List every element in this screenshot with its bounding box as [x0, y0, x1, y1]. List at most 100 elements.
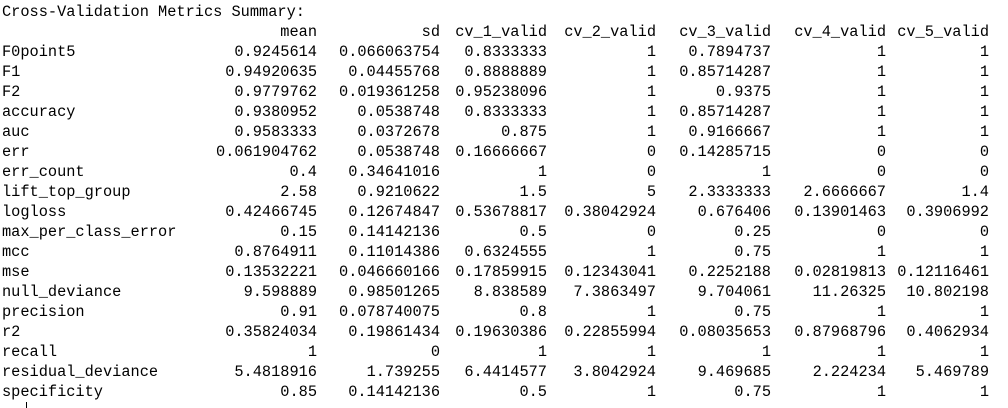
cell-cv-2-valid: 7.3863497	[573, 283, 656, 301]
cell-cv-1-valid: 0.8333333	[464, 43, 547, 61]
cell-cv-4-valid: 11.26325	[812, 283, 886, 301]
cell-cv-3-valid: 0.7894737	[688, 43, 771, 61]
table-row: null_deviance 9.598889 0.98501265 8.838589 7…	[2, 282, 989, 302]
cell-cv-2-valid: 1	[646, 43, 656, 61]
cell-metric-name: residual_deviance	[2, 363, 159, 381]
cell-cv-3-valid: 9.469685	[697, 363, 771, 381]
cell-cv-1-valid: 0.875	[501, 123, 547, 141]
cell-cv-1-valid: 0.16666667	[455, 143, 547, 161]
cell-metric-name: err	[2, 143, 30, 161]
table-row: accuracy 0.9380952 0.0538748 0.8333333 1 0.85…	[2, 102, 989, 122]
cell-cv-5-valid: 1	[979, 303, 989, 321]
cell-mean: 5.4818916	[234, 363, 317, 381]
table-row: residual_deviance 5.4818916 1.739255 6.4414…	[2, 362, 989, 382]
cell-sd: 0.11014386	[348, 243, 440, 261]
cell-cv-2-valid: 3.8042924	[573, 363, 656, 381]
cell-cv-1-valid: 8.838589	[473, 283, 547, 301]
table-row: mse 0.13532221 0.046660166 0.17859915 0.1234…	[2, 262, 989, 282]
cell-cv-3-valid: 0.85714287	[679, 63, 771, 81]
cell-cv-4-valid: 2.6666667	[803, 183, 886, 201]
cell-cv-4-valid: 1	[876, 343, 886, 361]
cell-cv-3-valid: 0.14285715	[679, 143, 771, 161]
cell-sd: 0.9210622	[357, 183, 440, 201]
column-header-cv-1-valid: cv_1_valid	[455, 23, 547, 41]
cell-cv-2-valid: 0.12343041	[564, 263, 656, 281]
cell-cv-5-valid: 0.3906992	[906, 203, 989, 221]
column-header-metric	[2, 22, 202, 42]
cell-cv-2-valid: 1	[646, 123, 656, 141]
table-row: F0point5 0.9245614 0.066063754 0.8333333 1 0.…	[2, 42, 989, 62]
cell-cv-3-valid: 0.08035653	[679, 323, 771, 341]
cell-cv-3-valid: 9.704061	[697, 283, 771, 301]
cell-cv-4-valid: 0	[876, 163, 886, 181]
cell-cv-1-valid: 1	[537, 163, 547, 181]
cell-cv-4-valid: 1	[876, 83, 886, 101]
cell-cv-5-valid: 0	[979, 163, 989, 181]
console-output: Cross-Validation Metrics Summary: mean s…	[2, 2, 1006, 408]
cell-cv-1-valid: 0.6324555	[464, 243, 547, 261]
cell-cv-5-valid: 5.469789	[915, 363, 989, 381]
cell-sd: 0.12674847	[348, 203, 440, 221]
cell-sd: 0.078740075	[339, 303, 440, 321]
column-header-cv-5-valid: cv_5_valid	[897, 23, 989, 41]
table-row: auc 0.9583333 0.0372678 0.875 1 0.9166667 1 1	[2, 122, 989, 142]
cell-metric-name: mse	[2, 263, 30, 281]
cell-metric-name: recall	[2, 343, 58, 361]
cell-cv-3-valid: 1	[761, 163, 771, 181]
cell-cv-3-valid: 0.9166667	[688, 123, 771, 141]
cell-metric-name: mcc	[2, 243, 30, 261]
cell-cv-5-valid: 1	[979, 123, 989, 141]
cell-sd: 0.019361258	[339, 83, 440, 101]
cell-cv-3-valid: 0.25	[734, 223, 771, 241]
cell-cv-2-valid: 1	[646, 383, 656, 401]
cell-mean: 0.061904762	[216, 143, 317, 161]
cell-mean: 9.598889	[243, 283, 317, 301]
cell-cv-3-valid: 0.2252188	[688, 263, 771, 281]
cell-cv-2-valid: 1	[646, 343, 656, 361]
cell-sd: 0.0538748	[357, 143, 440, 161]
cell-cv-1-valid: 0.5	[519, 383, 547, 401]
cell-cv-5-valid: 0	[979, 223, 989, 241]
cell-metric-name: accuracy	[2, 103, 76, 121]
cell-cv-1-valid: 0.53678817	[455, 203, 547, 221]
cell-metric-name: F1	[2, 63, 21, 81]
cell-metric-name: F2	[2, 83, 21, 101]
cell-cv-2-valid: 5	[646, 183, 656, 201]
cell-cv-2-valid: 1	[646, 83, 656, 101]
table-row: mcc 0.8764911 0.11014386 0.6324555 1 0.75 1 1	[2, 242, 989, 262]
cell-cv-4-valid: 0.13901463	[794, 203, 886, 221]
cell-cv-2-valid: 1	[646, 103, 656, 121]
cell-mean: 0.15	[280, 223, 317, 241]
cell-cv-4-valid: 0	[876, 143, 886, 161]
cell-cv-1-valid: 0.8888889	[464, 63, 547, 81]
cell-metric-name: auc	[2, 123, 30, 141]
cell-cv-2-valid: 0.38042924	[564, 203, 656, 221]
cell-cv-2-valid: 1	[646, 243, 656, 261]
cell-cv-1-valid: 0.95238096	[455, 83, 547, 101]
cell-cv-1-valid: 0.17859915	[455, 263, 547, 281]
table-row: specificity 0.85 0.14142136 0.5 1 0.75 1 1	[2, 382, 989, 402]
cell-sd: 1.739255	[366, 363, 440, 381]
cell-mean: 0.35824034	[225, 323, 317, 341]
cell-cv-5-valid: 1	[979, 383, 989, 401]
summary-title: Cross-Validation Metrics Summary:	[2, 3, 305, 21]
cell-metric-name: F0point5	[2, 43, 76, 61]
cell-sd: 0.14142136	[348, 223, 440, 241]
column-header-cv-4-valid: cv_4_valid	[794, 23, 886, 41]
cell-mean: 0.9779762	[234, 83, 317, 101]
cell-cv-5-valid: 1	[979, 63, 989, 81]
cell-cv-4-valid: 1	[876, 303, 886, 321]
table-row: logloss 0.42466745 0.12674847 0.53678817 0.3…	[2, 202, 989, 222]
cell-cv-5-valid: 0	[979, 143, 989, 161]
text-cursor	[26, 402, 27, 408]
cell-cv-1-valid: 0.5	[519, 223, 547, 241]
cell-metric-name: specificity	[2, 383, 103, 401]
cell-mean: 0.42466745	[225, 203, 317, 221]
cell-cv-3-valid: 0.75	[734, 303, 771, 321]
cell-cv-4-valid: 0.87968796	[794, 323, 886, 341]
table-row: F1 0.94920635 0.04455768 0.8888889 1 0.857142…	[2, 62, 989, 82]
cell-metric-name: r2	[2, 323, 21, 341]
column-header-sd: sd	[421, 23, 440, 41]
cell-cv-3-valid: 0.75	[734, 243, 771, 261]
cell-cv-4-valid: 1	[876, 103, 886, 121]
